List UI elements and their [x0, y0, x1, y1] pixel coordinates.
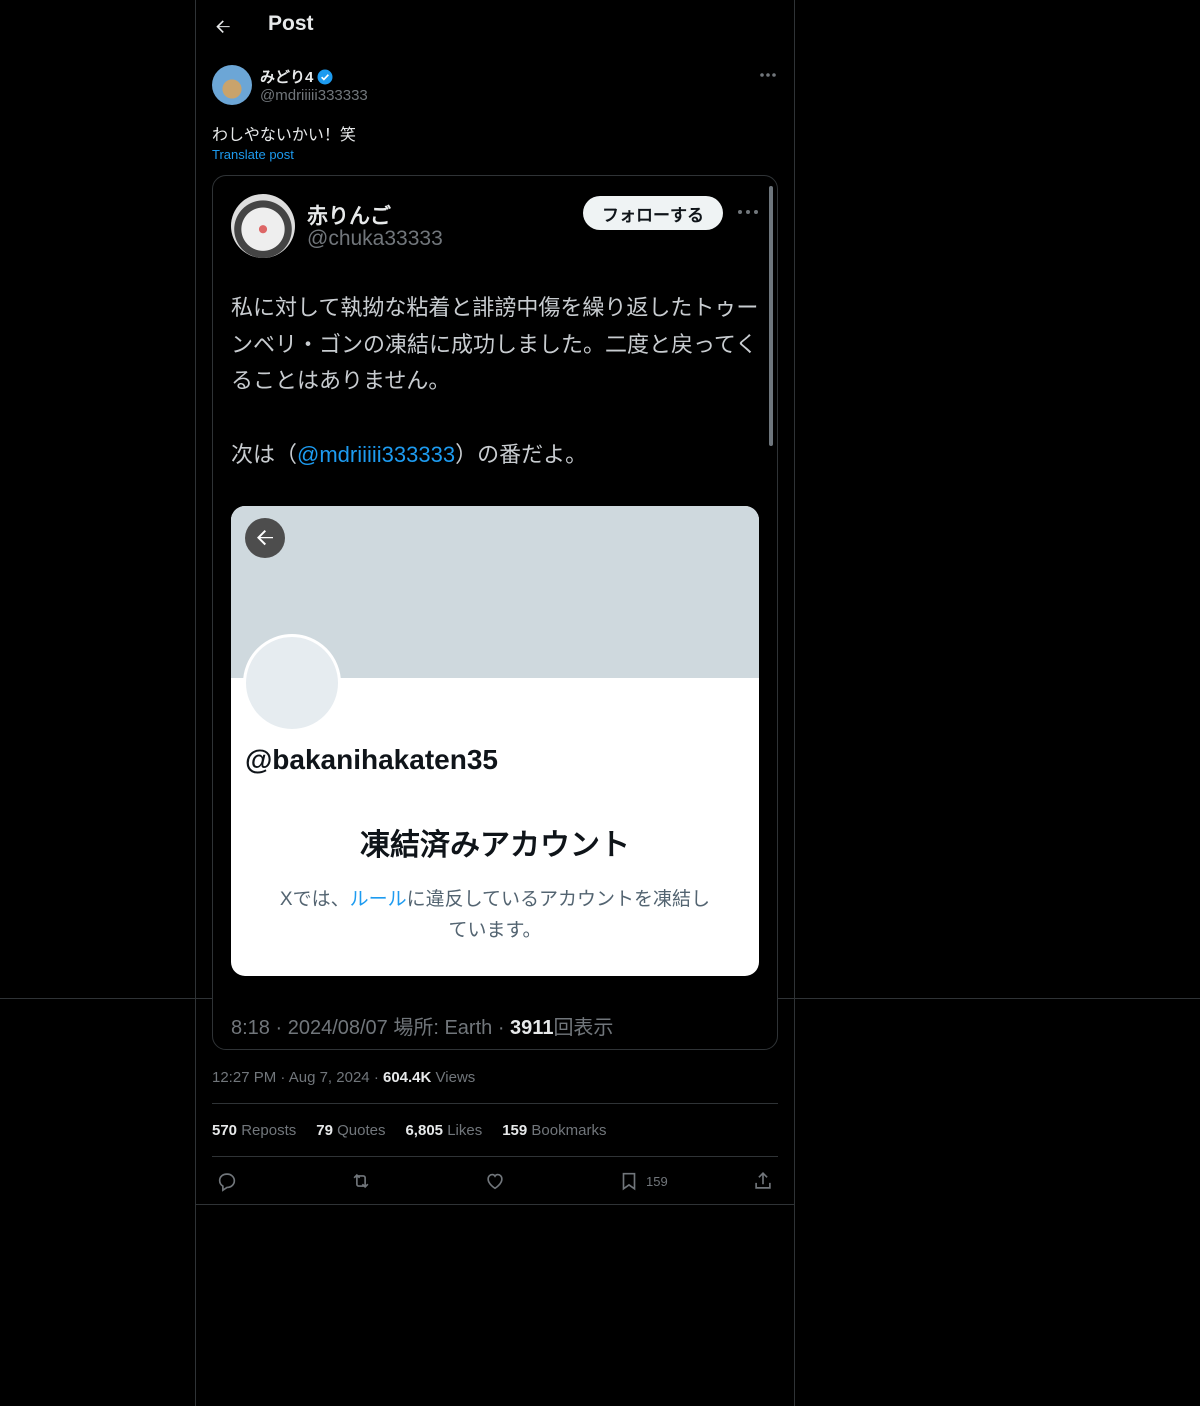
screenshot-scrollbar	[769, 186, 773, 446]
screenshot-handle: @chuka33333	[307, 227, 443, 250]
author-display-name: みどり4	[260, 69, 314, 86]
divider	[212, 1103, 778, 1104]
arrow-left-icon	[216, 20, 230, 33]
screenshot-meta-views: 3911	[510, 1017, 554, 1039]
screenshot-meta: 8:18 · 2024/08/07 場所: Earth · 3911回表示	[231, 1011, 613, 1040]
meta-separator: ·	[373, 1069, 379, 1086]
post-time[interactable]: 12:27 PM	[212, 1069, 276, 1086]
screenshot-avatar	[231, 194, 295, 258]
screenshot-meta-prefix: 8:18 · 2024/08/07 場所: Earth ·	[231, 1017, 511, 1039]
bookmark-button[interactable]: 159	[618, 1166, 668, 1196]
post-date[interactable]: Aug 7, 2024	[289, 1069, 370, 1086]
more-dots-icon	[760, 73, 776, 77]
rules-link: ルール	[349, 889, 407, 910]
card-back-arrow-icon	[245, 518, 285, 558]
suspended-handle: @bakanihakaten35	[245, 744, 498, 775]
like-button[interactable]	[484, 1166, 506, 1196]
share-icon	[755, 1172, 771, 1189]
mention-prefix: 次は（	[231, 442, 298, 467]
author-name-row[interactable]: みどり4	[260, 66, 334, 87]
bookmark-count: 159	[646, 1173, 668, 1189]
screenshot-meta-suffix: 回表示	[553, 1017, 614, 1039]
meta-separator: ·	[280, 1069, 286, 1086]
avatar[interactable]	[212, 65, 252, 105]
bookmark-icon	[622, 1172, 636, 1191]
repost-button[interactable]	[350, 1166, 372, 1196]
profile-picture-placeholder	[243, 634, 341, 732]
post-text: わしやないかい！笑	[212, 127, 356, 144]
like-icon	[487, 1173, 503, 1190]
desc-prefix: Xでは、	[279, 889, 350, 910]
quotes-stat[interactable]: 79 Quotes	[316, 1122, 385, 1139]
translate-post-link[interactable]: Translate post	[212, 147, 294, 162]
likes-stat[interactable]: 6,805 Likes	[405, 1122, 482, 1139]
suspended-account-card: @bakanihakaten35 凍結済みアカウント Xでは、ルールに違反してい…	[231, 506, 759, 976]
action-bar: 159	[212, 1166, 778, 1196]
reposts-stat[interactable]: 570 Reposts	[212, 1122, 296, 1139]
divider	[195, 1204, 794, 1205]
reply-button[interactable]	[216, 1166, 238, 1196]
suspended-title: 凍結済みアカウント	[360, 829, 630, 862]
screenshot-body-text: 私に対して執拗な粘着と誹謗中傷を繰り返したトゥーンベリ・ゴンの凍結に成功しました…	[231, 295, 759, 393]
bookmarks-stat[interactable]: 159 Bookmarks	[502, 1122, 606, 1139]
suspended-description: Xでは、ルールに違反しているアカウントを凍結しています。	[271, 884, 719, 946]
attached-image[interactable]: 赤りんご @chuka33333 フォローする 私に対して執拗な粘着と誹謗中傷を…	[212, 175, 778, 1050]
screenshot-more-icon	[736, 202, 760, 222]
author-handle[interactable]: @mdriiiii333333	[260, 87, 368, 104]
page-title: Post	[268, 12, 314, 35]
back-button[interactable]	[211, 14, 235, 40]
screenshot-mention-line: 次は（@mdriiiii333333）の番だよ。	[231, 437, 587, 469]
screenshot-follow-button: フォローする	[583, 196, 723, 230]
reply-icon	[218, 1173, 236, 1192]
mention-suffix: ）の番だよ。	[455, 442, 588, 467]
share-button[interactable]	[752, 1166, 774, 1196]
divider	[212, 1156, 778, 1157]
post-meta: 12:27 PM · Aug 7, 2024 · 604.4K Views	[212, 1069, 475, 1086]
repost-icon	[353, 1173, 369, 1189]
desc-suffix: に違反しているアカウントを凍結しています。	[406, 889, 711, 941]
screenshot-display-name: 赤りんご	[307, 205, 391, 228]
more-options-button[interactable]	[755, 65, 781, 85]
views-count: 604.4K	[382, 1069, 432, 1086]
views-label: Views	[435, 1069, 476, 1086]
engagement-stats: 570 Reposts 79 Quotes 6,805 Likes 159 Bo…	[212, 1122, 606, 1139]
screenshot-mention: @mdriiiii333333	[297, 442, 456, 467]
verified-badge-icon	[317, 69, 333, 84]
